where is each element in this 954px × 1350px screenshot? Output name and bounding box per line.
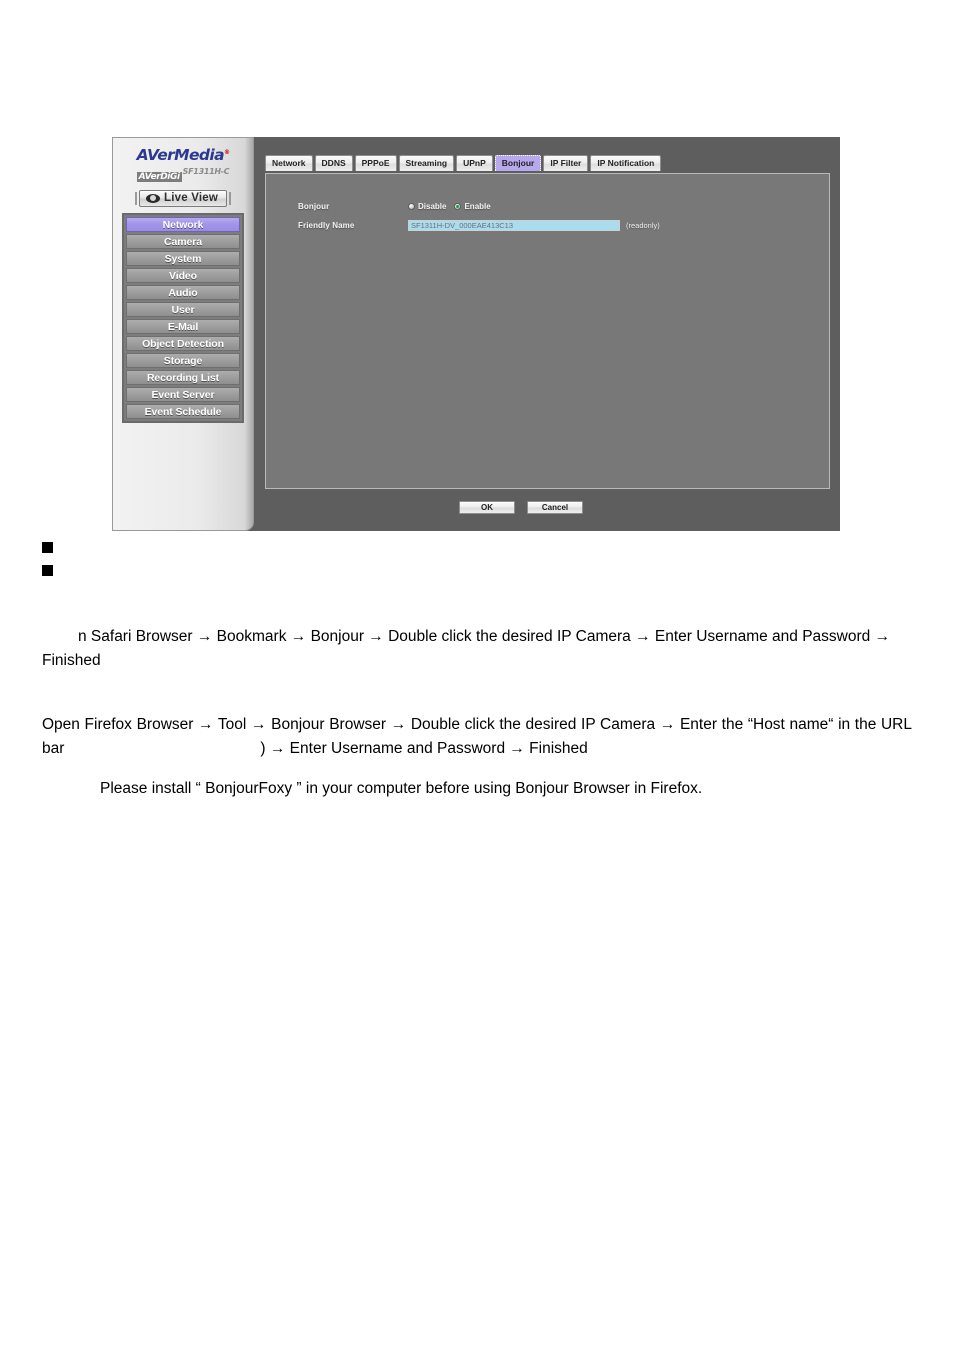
friendly-name-row: Friendly Name SF1311H-DV_000EAE413C13 (r… [298,220,660,231]
radio-enable-icon[interactable] [454,203,462,210]
tab-ip-notification[interactable]: IP Notification [590,155,662,171]
tab-bar: Network DDNS PPPoE Streaming UPnP Bonjou… [265,155,662,171]
averdigi-wordmark: AVerDiGi [136,172,182,182]
sidebar-item-recording-list[interactable]: Recording List [126,370,240,385]
live-view-row: Live View [119,190,247,207]
bonjour-label: Bonjour [298,202,330,211]
avermedia-wordmark-text: AVerMedia [136,146,225,164]
sidebar-item-event-server[interactable]: Event Server [126,387,240,402]
friendly-name-label: Friendly Name [298,221,355,230]
paragraph-firefox-instructions: Open Firefox Browser → Tool → Bonjour Br… [42,713,912,761]
ok-button[interactable]: OK [459,501,515,514]
averdigi-model-line: AVerDiGiSF1311H-C [119,167,247,183]
device-sidebar: AVerMedia® AVerDiGiSF1311H-C Live View N… [112,137,254,531]
bonjour-enable-label: Enable [464,202,491,211]
sidebar-item-audio[interactable]: Audio [126,285,240,300]
sidebar-item-storage[interactable]: Storage [126,353,240,368]
bonjour-setting-row: Bonjour Disable Enable [298,202,491,211]
device-web-ui-screenshot: AVerMedia® AVerDiGiSF1311H-C Live View N… [112,137,840,531]
eye-icon [145,193,160,203]
radio-disable-icon[interactable] [408,203,415,210]
bonjour-disable-label: Disable [418,202,447,211]
divider-left [134,192,137,205]
tab-ip-filter[interactable]: IP Filter [543,155,589,171]
cancel-button[interactable]: Cancel [527,501,583,514]
device-main-area: Network DDNS PPPoE Streaming UPnP Bonjou… [254,137,840,531]
sidebar-item-system[interactable]: System [126,251,240,266]
sidebar-menu: Network Camera System Video Audio User E… [122,213,244,423]
sidebar-item-email[interactable]: E-Mail [126,319,240,334]
sidebar-item-object-detection[interactable]: Object Detection [126,336,240,351]
avermedia-wordmark: AVerMedia® [136,146,230,164]
settings-panel: Bonjour Disable Enable Friendly Name SF1… [265,173,830,489]
bonjour-disable-option[interactable]: Disable [408,202,446,211]
paragraph-safari-instructions: n Safari Browser → Bookmark → Bonjour → … [42,628,891,669]
sidebar-item-camera[interactable]: Camera [126,234,240,249]
live-view-label: Live View [163,192,218,204]
paragraph-bonjourfoxy-note: Please install “ BonjourFoxy ” in your c… [100,780,703,797]
bonjour-enable-option[interactable]: Enable [454,202,491,211]
action-button-row: OK Cancel [459,501,583,514]
bullet-marker-2 [42,565,53,576]
bullet-marker-1 [42,542,53,553]
tab-ddns[interactable]: DDNS [314,155,353,171]
tab-network[interactable]: Network [265,155,313,171]
tab-streaming[interactable]: Streaming [398,155,455,171]
sidebar-item-video[interactable]: Video [126,268,240,283]
tab-upnp[interactable]: UPnP [456,155,493,171]
tab-bonjour[interactable]: Bonjour [494,155,542,171]
friendly-name-input[interactable]: SF1311H-DV_000EAE413C13 [408,220,620,231]
sidebar-item-event-schedule[interactable]: Event Schedule [126,404,240,419]
sidebar-item-network[interactable]: Network [126,217,240,232]
bonjour-radio-group: Disable Enable [408,202,491,211]
tab-pppoe[interactable]: PPPoE [354,155,397,171]
live-view-button[interactable]: Live View [138,190,227,207]
sidebar-item-user[interactable]: User [126,302,240,317]
firefox-instructions-part2: ) → Enter Username and Password → Finish… [260,740,588,757]
model-number: SF1311H-C [182,167,230,176]
registered-trademark-icon: ® [223,148,230,156]
divider-right [229,192,231,205]
brand-logo: AVerMedia® AVerDiGiSF1311H-C [119,143,247,185]
readonly-note: (readonly) [626,221,660,230]
